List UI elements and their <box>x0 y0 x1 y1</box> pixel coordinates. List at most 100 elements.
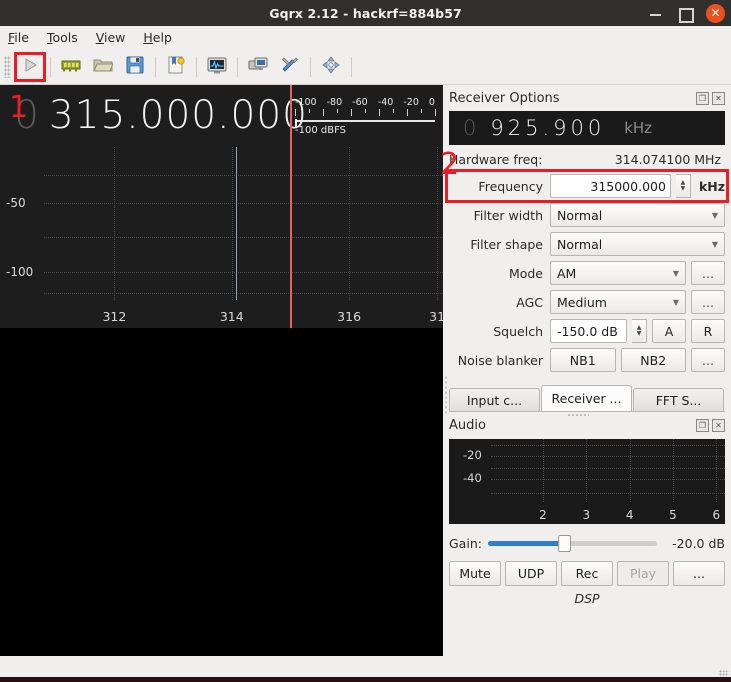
memory-chip-icon <box>61 57 81 77</box>
hardware-freq-marker[interactable] <box>236 147 238 300</box>
toolbar-separator <box>50 57 51 77</box>
undock-icon[interactable]: ❐ <box>696 91 709 105</box>
rec-button[interactable]: Rec <box>561 561 613 586</box>
window-title: Gqrx 2.12 - hackrf=884b57 <box>269 5 462 21</box>
minimize-button[interactable] <box>648 5 664 21</box>
signal-meter-fill <box>295 119 297 128</box>
main-toolbar <box>0 50 731 85</box>
chevron-down-icon: ▼ <box>711 239 718 249</box>
hardware-freq-value: 314.074100 MHz <box>614 151 721 167</box>
waterfall-display[interactable] <box>0 328 443 656</box>
close-button[interactable]: ✕ <box>706 3 725 23</box>
slider-fill <box>487 540 565 546</box>
audio-gain-label: Gain: <box>449 535 482 551</box>
grid-line-vertical <box>716 439 718 502</box>
squelch-auto-button[interactable]: A <box>652 319 686 343</box>
menu-view[interactable]: View <box>96 30 126 45</box>
dock-drag-handle[interactable] <box>444 375 449 415</box>
audio-spectrum-plot[interactable]: -20 -40 2 3 4 5 6 <box>449 439 725 524</box>
demod-frequency-unit: kHz <box>624 119 653 137</box>
chevron-down-icon: ▼ <box>672 268 679 278</box>
bookmark-icon <box>167 56 185 78</box>
filter-width-select[interactable]: Normal ▼ <box>550 203 725 227</box>
mute-button[interactable]: Mute <box>449 561 501 586</box>
frequency-stepper[interactable]: ▲ ▼ <box>675 174 691 198</box>
annotation-marker-2: 1 <box>9 90 29 125</box>
remote-control-button[interactable] <box>243 53 273 81</box>
toolbar-drag-handle[interactable] <box>4 56 11 78</box>
squelch-reset-button[interactable]: R <box>691 319 725 343</box>
iq-recorder-button[interactable] <box>202 53 232 81</box>
frequency-label: Frequency <box>478 178 543 194</box>
udp-button[interactable]: UDP <box>505 561 557 586</box>
chevron-down-icon[interactable]: ▼ <box>681 186 686 192</box>
device-config-button[interactable] <box>56 53 86 81</box>
demod-frequency-display[interactable]: 0 925.900 kHz <box>449 111 725 145</box>
mode-select[interactable]: AM ▼ <box>550 261 686 285</box>
audio-gain-row: Gain: -20.0 dB <box>449 530 725 556</box>
meter-tick: -100 <box>295 97 317 108</box>
bookmarks-button[interactable] <box>161 53 191 81</box>
start-dsp-button[interactable] <box>14 52 46 82</box>
mode-row: Mode AM ▼ ... <box>449 260 725 286</box>
mode-options-button[interactable]: ... <box>691 261 725 285</box>
chevron-down-icon[interactable]: ▼ <box>637 331 642 337</box>
noise-blanker-options-button[interactable]: ... <box>691 348 725 372</box>
menu-help[interactable]: Help <box>143 30 172 45</box>
agc-select[interactable]: Medium ▼ <box>550 290 686 314</box>
meter-tick: -80 <box>326 97 343 108</box>
filter-shape-select[interactable]: Normal ▼ <box>550 232 725 256</box>
fft-plot[interactable]: 0 315.000.000 -100 -80 -60 -40 -20 0 -10… <box>0 85 443 328</box>
save-settings-button[interactable] <box>120 53 150 81</box>
meter-tick: -60 <box>352 97 368 108</box>
nb2-button[interactable]: NB2 <box>620 348 686 372</box>
audio-options-button[interactable]: ... <box>673 561 725 586</box>
toolbar-separator <box>155 57 156 77</box>
receiver-options-header: Receiver Options ❐ ✕ <box>449 85 725 107</box>
grid-line-horizontal <box>44 293 443 295</box>
y-axis-tick-label: -100 <box>6 265 34 280</box>
menu-tools[interactable]: Tools <box>47 30 78 45</box>
squelch-input[interactable]: -150.0 dB <box>550 319 627 343</box>
menu-view-mnemonic: V <box>95 30 104 45</box>
close-icon[interactable]: ✕ <box>712 418 725 432</box>
agc-value: Medium <box>557 294 607 310</box>
grid-line-vertical <box>673 439 674 502</box>
nb1-button[interactable]: NB1 <box>550 348 616 372</box>
dock-tabs: Input c... Receiver ... FFT S... <box>449 385 725 411</box>
agc-label: AGC <box>516 294 543 310</box>
undock-icon[interactable]: ❐ <box>696 418 709 432</box>
audio-panel-title: Audio <box>449 417 486 433</box>
load-settings-button[interactable] <box>88 53 118 81</box>
right-dock: Receiver Options ❐ ✕ 0 925.900 kHz Hardw… <box>443 85 731 682</box>
maximize-button[interactable] <box>677 5 694 23</box>
grid-line-horizontal <box>44 202 443 204</box>
agc-options-button[interactable]: ... <box>691 290 725 314</box>
close-icon[interactable]: ✕ <box>712 91 725 105</box>
slider-knob[interactable] <box>558 534 572 552</box>
pan-button[interactable] <box>316 53 346 81</box>
tab-input-controls[interactable]: Input c... <box>449 388 540 411</box>
agc-row: AGC Medium ▼ ... <box>449 289 725 315</box>
main-frequency-display[interactable]: 0 315.000.000 <box>14 93 308 138</box>
demod-frequency-value: 925.900 <box>490 116 606 140</box>
frequency-input[interactable]: 315000.000 <box>550 174 671 198</box>
tab-drag-handle[interactable] <box>567 413 589 417</box>
meter-tick-mark <box>421 109 422 113</box>
grid-line-vertical <box>437 147 439 300</box>
filter-width-label: Filter width <box>473 207 543 223</box>
grid-line-horizontal <box>491 467 725 469</box>
tab-receiver-options[interactable]: Receiver ... <box>541 385 632 411</box>
spectrum-column: 0 315.000.000 -100 -80 -60 -40 -20 0 -10… <box>0 85 443 682</box>
tab-fft-settings[interactable]: FFT S... <box>633 388 724 411</box>
tuned-freq-marker[interactable] <box>290 85 292 328</box>
menu-file[interactable]: File <box>8 30 29 45</box>
signal-meter-ticks: -100 -80 -60 -40 -20 0 <box>295 97 435 108</box>
squelch-stepper[interactable]: ▲ ▼ <box>632 319 647 343</box>
meter-tick-mark <box>351 109 352 116</box>
signal-meter-bar <box>295 120 435 122</box>
dsp-settings-button[interactable] <box>275 53 305 81</box>
audio-gain-slider[interactable] <box>487 534 657 552</box>
dsp-label: DSP <box>574 591 600 606</box>
demod-leading-zero: 0 <box>463 116 477 140</box>
